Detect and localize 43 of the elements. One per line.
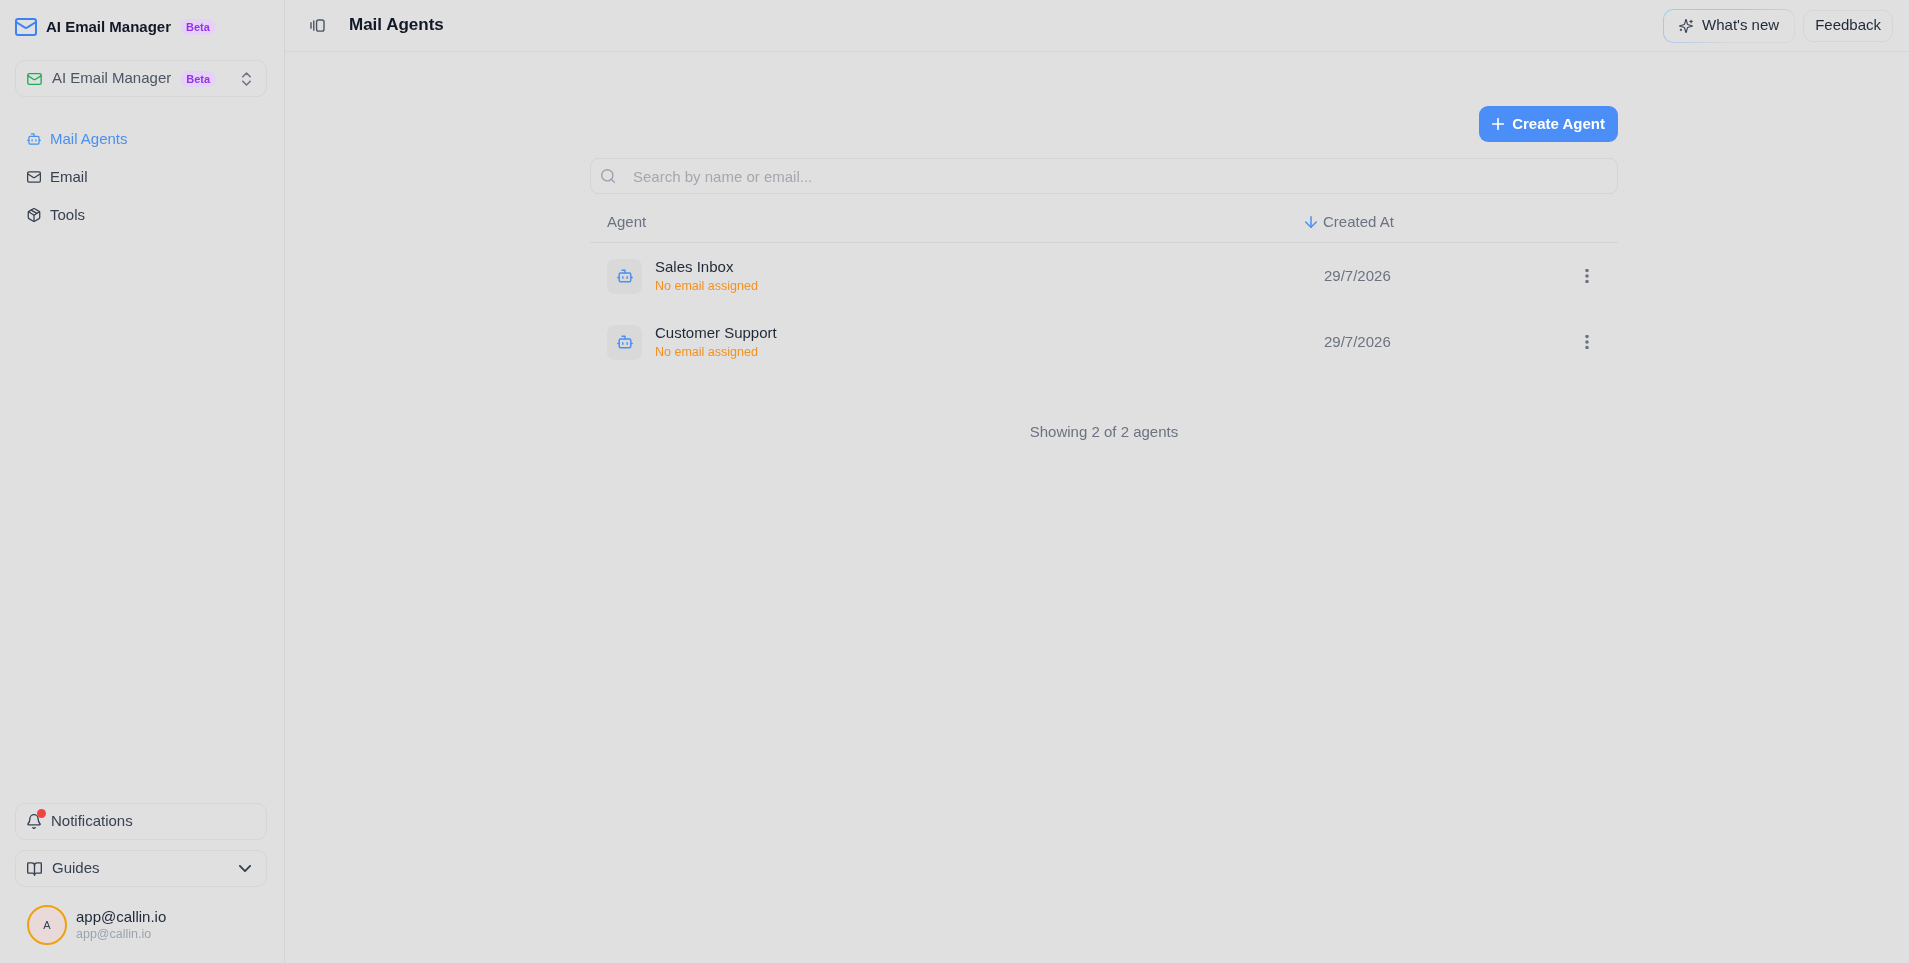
kebab-icon <box>1584 335 1589 349</box>
email-status: No email assigned <box>655 278 758 295</box>
whats-new-button[interactable]: What's new <box>1663 8 1796 43</box>
envelope-icon <box>27 72 42 85</box>
email-status: No email assigned <box>655 344 759 361</box>
feedback-button[interactable]: Feedback <box>1803 9 1893 42</box>
guides-button[interactable]: Guides <box>15 850 267 887</box>
plus-icon <box>1492 118 1505 130</box>
bell-icon <box>27 814 41 829</box>
user-avatar: A <box>27 905 67 945</box>
page-title: Mail Agents <box>349 15 444 36</box>
workspace-switcher[interactable]: AI Email Manager Beta <box>15 60 267 97</box>
robot-icon <box>607 324 642 360</box>
sparkles-icon <box>1679 18 1694 33</box>
notifications-button[interactable]: Notifications <box>15 803 267 840</box>
more-options-button[interactable] <box>1584 335 1589 349</box>
app-title: AI Email Manager <box>46 16 172 37</box>
results-summary: Showing 2 of 2 agents <box>1028 422 1180 442</box>
column-header[interactable]: Agent <box>590 210 1303 234</box>
nav-item[interactable]: Email <box>15 158 267 196</box>
robot-icon <box>607 258 642 294</box>
kebab-icon <box>1584 269 1589 283</box>
agent-name: Sales Inbox <box>655 257 735 277</box>
sidebar-toggle-button[interactable] <box>310 19 325 32</box>
user-name: app@callin.io <box>76 908 167 926</box>
envelope-icon <box>27 170 41 184</box>
created-date: 29/7/2026 <box>1323 265 1392 286</box>
search-field[interactable]: Search by name or email... <box>590 158 1618 194</box>
user-email: app@callin.io <box>76 926 153 942</box>
envelope-logo-icon <box>15 18 37 36</box>
created-date: 29/7/2026 <box>1323 331 1392 352</box>
book-icon <box>27 861 42 876</box>
more-options-button[interactable] <box>1584 269 1589 283</box>
column-header[interactable]: Created At <box>1303 210 1555 234</box>
cube-icon <box>27 208 41 222</box>
nav-item[interactable]: Tools <box>15 196 267 234</box>
search-icon <box>601 169 615 183</box>
beta-badge: Beta <box>180 19 216 35</box>
robot-icon <box>27 132 41 146</box>
chevrons-up-down-icon <box>242 71 251 86</box>
beta-badge: Beta <box>180 70 217 87</box>
panel-icon <box>310 19 325 32</box>
agent-name: Customer Support <box>655 323 777 343</box>
